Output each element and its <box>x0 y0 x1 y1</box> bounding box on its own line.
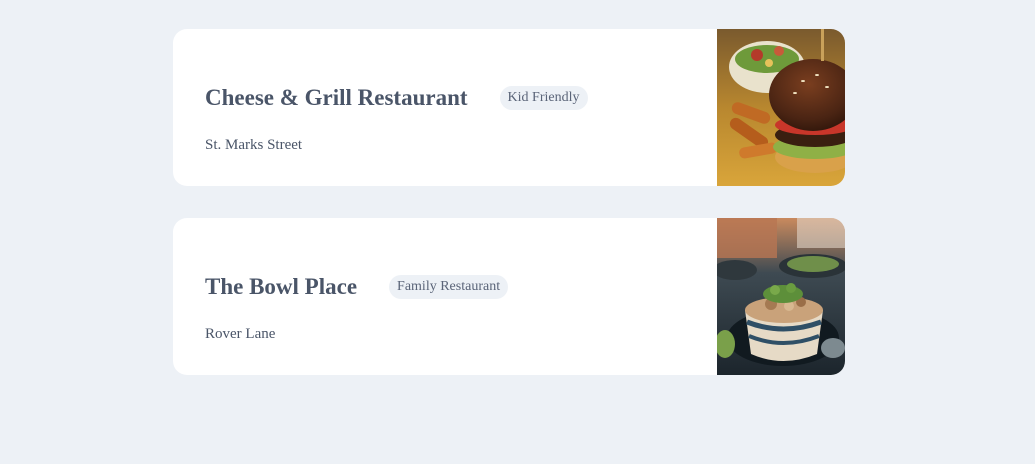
card-body: Cheese & Grill Restaurant Kid Friendly S… <box>205 29 717 186</box>
card-body: The Bowl Place Family Restaurant Rover L… <box>205 218 717 375</box>
restaurant-name[interactable]: The Bowl Place <box>205 272 357 302</box>
restaurant-name[interactable]: Cheese & Grill Restaurant <box>205 83 468 113</box>
restaurant-address: St. Marks Street <box>205 137 303 153</box>
category-badge: Kid Friendly <box>499 86 588 110</box>
bowl-image <box>717 218 845 375</box>
restaurant-address: Rover Lane <box>205 326 276 342</box>
bowl-photo[interactable] <box>717 218 845 375</box>
category-badge: Family Restaurant <box>389 275 509 299</box>
title-row: Cheese & Grill Restaurant Kid Friendly <box>205 83 588 113</box>
restaurant-list: Cheese & Grill Restaurant Kid Friendly S… <box>173 29 845 407</box>
restaurant-card[interactable]: Cheese & Grill Restaurant Kid Friendly S… <box>173 29 845 186</box>
restaurant-card[interactable]: The Bowl Place Family Restaurant Rover L… <box>173 218 845 375</box>
burger-photo[interactable] <box>717 29 845 186</box>
title-row: The Bowl Place Family Restaurant <box>205 272 509 302</box>
burger-image <box>717 29 845 186</box>
